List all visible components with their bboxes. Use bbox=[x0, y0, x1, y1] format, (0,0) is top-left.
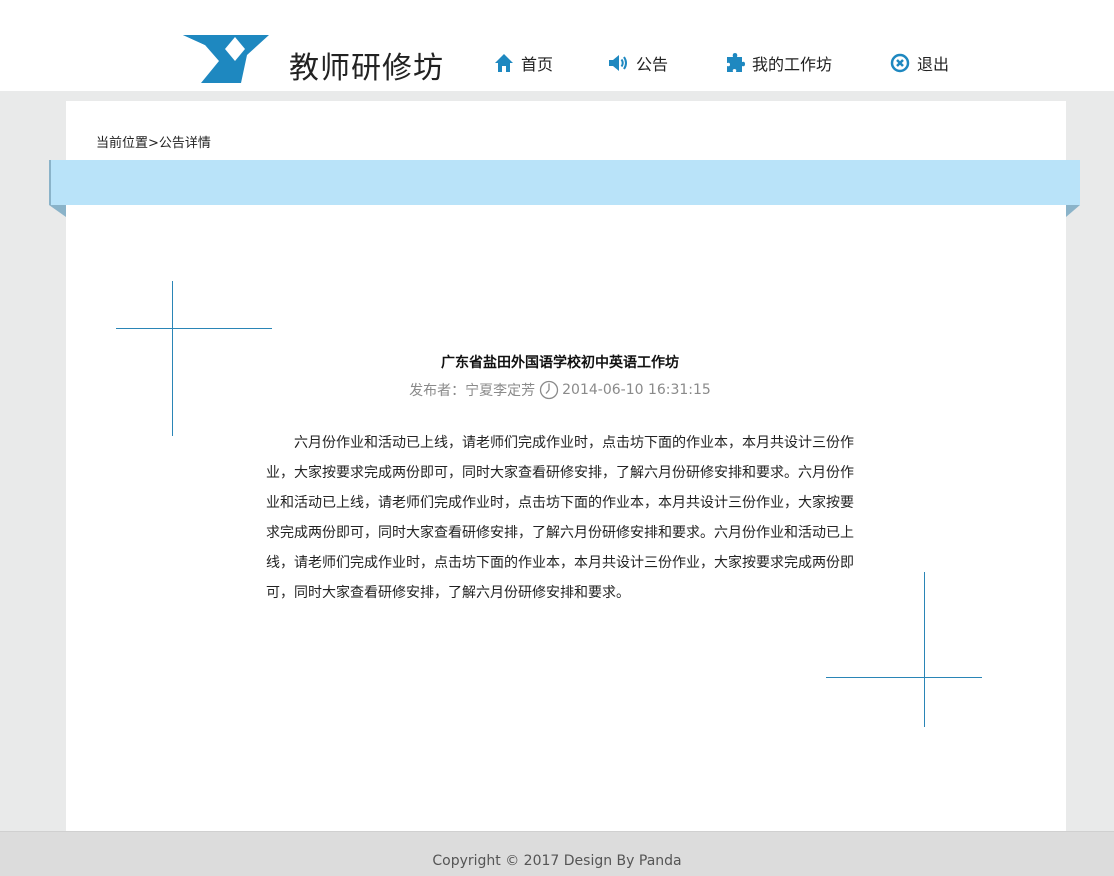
copyright-text: Copyright © 2017 Design By Panda bbox=[432, 853, 682, 869]
article-title: 广东省盐田外国语学校初中英语工作坊 bbox=[441, 355, 679, 371]
ribbon-fold-left bbox=[49, 205, 66, 217]
footer: Copyright © 2017 Design By Panda bbox=[0, 831, 1114, 876]
nav-logout-label: 退出 bbox=[917, 55, 950, 74]
breadcrumb: 当前位置>公告详情 bbox=[96, 136, 211, 151]
ribbon-fold-right bbox=[1066, 205, 1080, 217]
nav-logout[interactable]: 退出 bbox=[889, 50, 949, 76]
nav-my-workshop-label: 我的工作坊 bbox=[752, 55, 833, 74]
publisher-text: 发布者：宁夏李定芳 bbox=[409, 383, 536, 399]
ribbon-edge bbox=[49, 160, 51, 205]
article-meta: 发布者：宁夏李定芳 2014-06-10 16:31:15 bbox=[266, 380, 854, 400]
site-title: 教师研修坊 bbox=[289, 51, 444, 86]
nav-home[interactable]: 首页 bbox=[493, 50, 553, 76]
nav-my-workshop[interactable]: 我的工作坊 bbox=[724, 50, 832, 76]
crosshair-decoration-top-left bbox=[116, 281, 272, 436]
top-header: 教师研修坊 首页 公告 我的工作坊 退出 bbox=[0, 0, 1114, 91]
article-body: 六月份作业和活动已上线，请老师们完成作业时，点击坊下面的作业本，本月共设计三份作… bbox=[266, 435, 854, 601]
nav-announcements[interactable]: 公告 bbox=[608, 50, 668, 76]
puzzle-icon bbox=[724, 52, 746, 74]
logo-icon[interactable] bbox=[183, 35, 269, 83]
speaker-icon bbox=[608, 52, 630, 74]
nav-home-label: 首页 bbox=[521, 55, 554, 74]
ribbon-banner bbox=[49, 160, 1080, 205]
close-circle-icon bbox=[889, 52, 911, 74]
nav-announcements-label: 公告 bbox=[636, 55, 669, 74]
publish-datetime: 2014-06-10 16:31:15 bbox=[562, 382, 711, 398]
clock-icon bbox=[539, 380, 559, 400]
home-icon bbox=[493, 52, 515, 74]
